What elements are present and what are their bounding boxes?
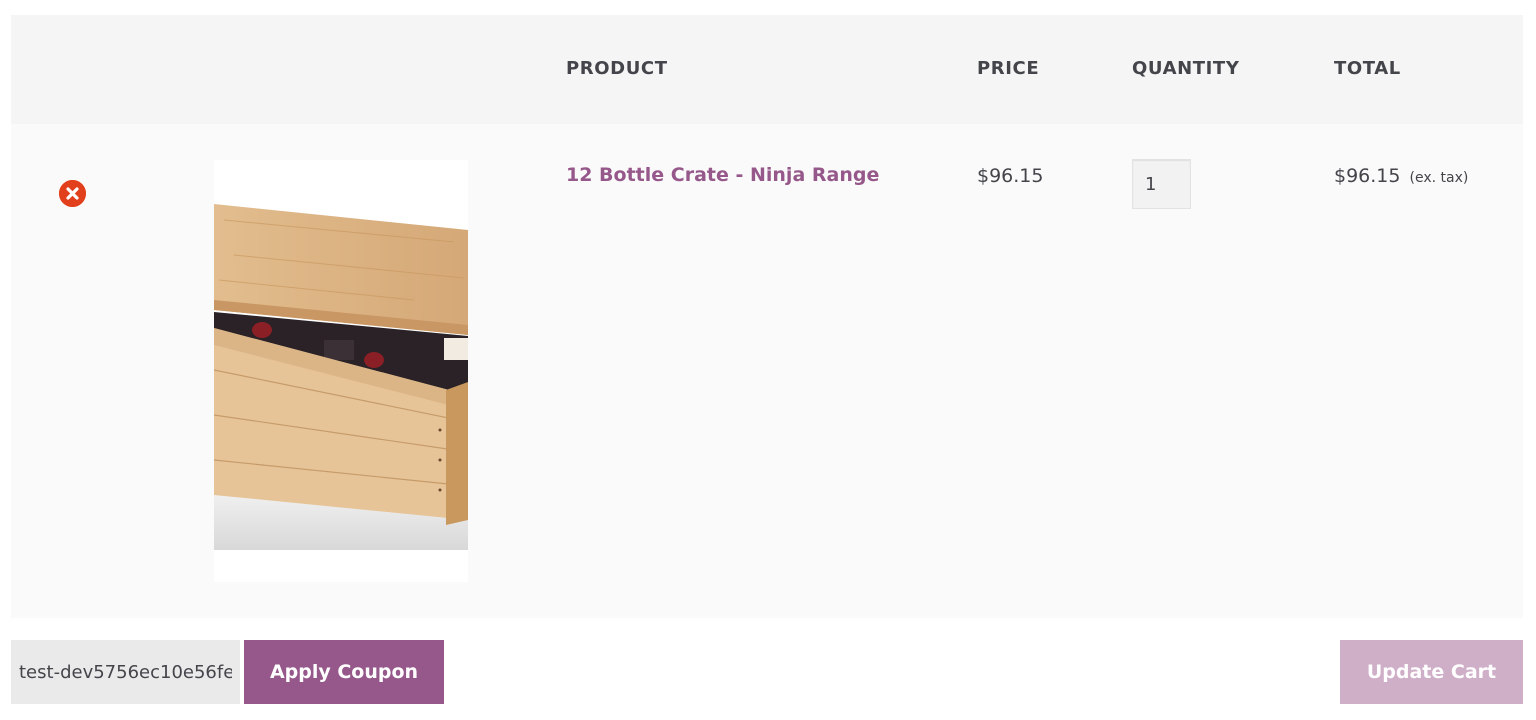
product-price: $96.15 xyxy=(977,165,1044,187)
tax-note: (ex. tax) xyxy=(1409,170,1469,186)
header-price: PRICE xyxy=(977,58,1040,79)
product-name-link[interactable]: 12 Bottle Crate - Ninja Range xyxy=(566,164,879,186)
update-cart-button[interactable]: Update Cart xyxy=(1340,640,1523,704)
remove-x-icon xyxy=(59,180,86,207)
apply-coupon-button[interactable]: Apply Coupon xyxy=(244,640,444,704)
wooden-wine-crate-image xyxy=(214,160,468,582)
header-total: TOTAL xyxy=(1334,58,1401,79)
cart-table-header: PRODUCT PRICE QUANTITY TOTAL xyxy=(11,15,1523,124)
product-thumbnail[interactable] xyxy=(214,160,468,582)
header-product: PRODUCT xyxy=(566,58,668,79)
cart-table: PRODUCT PRICE QUANTITY TOTAL 12 Bottle C… xyxy=(11,15,1523,618)
cart-item-row: 12 Bottle Crate - Ninja Range $96.15 $96… xyxy=(11,124,1523,618)
remove-item-button[interactable] xyxy=(59,180,86,207)
line-total: $96.15 (ex. tax) xyxy=(1334,165,1468,187)
header-quantity: QUANTITY xyxy=(1132,58,1240,79)
coupon-code-input[interactable] xyxy=(11,640,240,704)
line-total-amount: $96.15 xyxy=(1334,165,1401,187)
quantity-input[interactable] xyxy=(1132,159,1191,209)
